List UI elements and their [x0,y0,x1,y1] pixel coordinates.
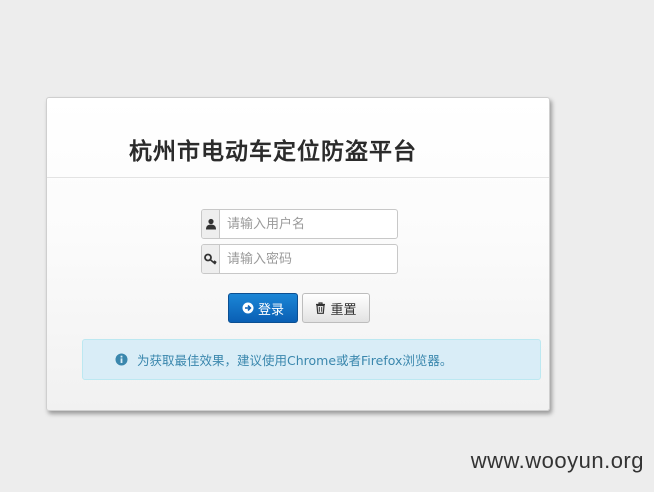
arrow-circle-right-icon [242,302,254,314]
login-panel: 杭州市电动车定位防盗平台 请输入用户名 登录 重置 为获取最佳效果，建议使用Ch… [46,97,550,411]
info-icon [115,353,128,366]
browser-hint-alert: 为获取最佳效果，建议使用Chrome或者Firefox浏览器。 [82,339,541,380]
title-divider [47,177,549,178]
password-field-group [201,244,398,274]
trash-icon [315,302,326,314]
password-input[interactable] [220,245,397,273]
reset-button-label: 重置 [330,302,357,318]
login-button[interactable]: 登录 [228,293,298,323]
user-icon [202,210,220,238]
watermark-text: www.wooyun.org [470,448,644,473]
username-input[interactable] [220,210,397,238]
browser-hint-text: 为获取最佳效果，建议使用Chrome或者Firefox浏览器。 [137,353,453,368]
login-button-label: 登录 [257,302,284,318]
username-field-group [201,209,398,239]
page-title: 杭州市电动车定位防盗平台 [129,138,417,165]
page: 杭州市电动车定位防盗平台 请输入用户名 登录 重置 为获取最佳效果，建议使用Ch… [0,0,654,492]
key-icon [202,245,220,273]
reset-button[interactable]: 重置 [302,293,370,323]
